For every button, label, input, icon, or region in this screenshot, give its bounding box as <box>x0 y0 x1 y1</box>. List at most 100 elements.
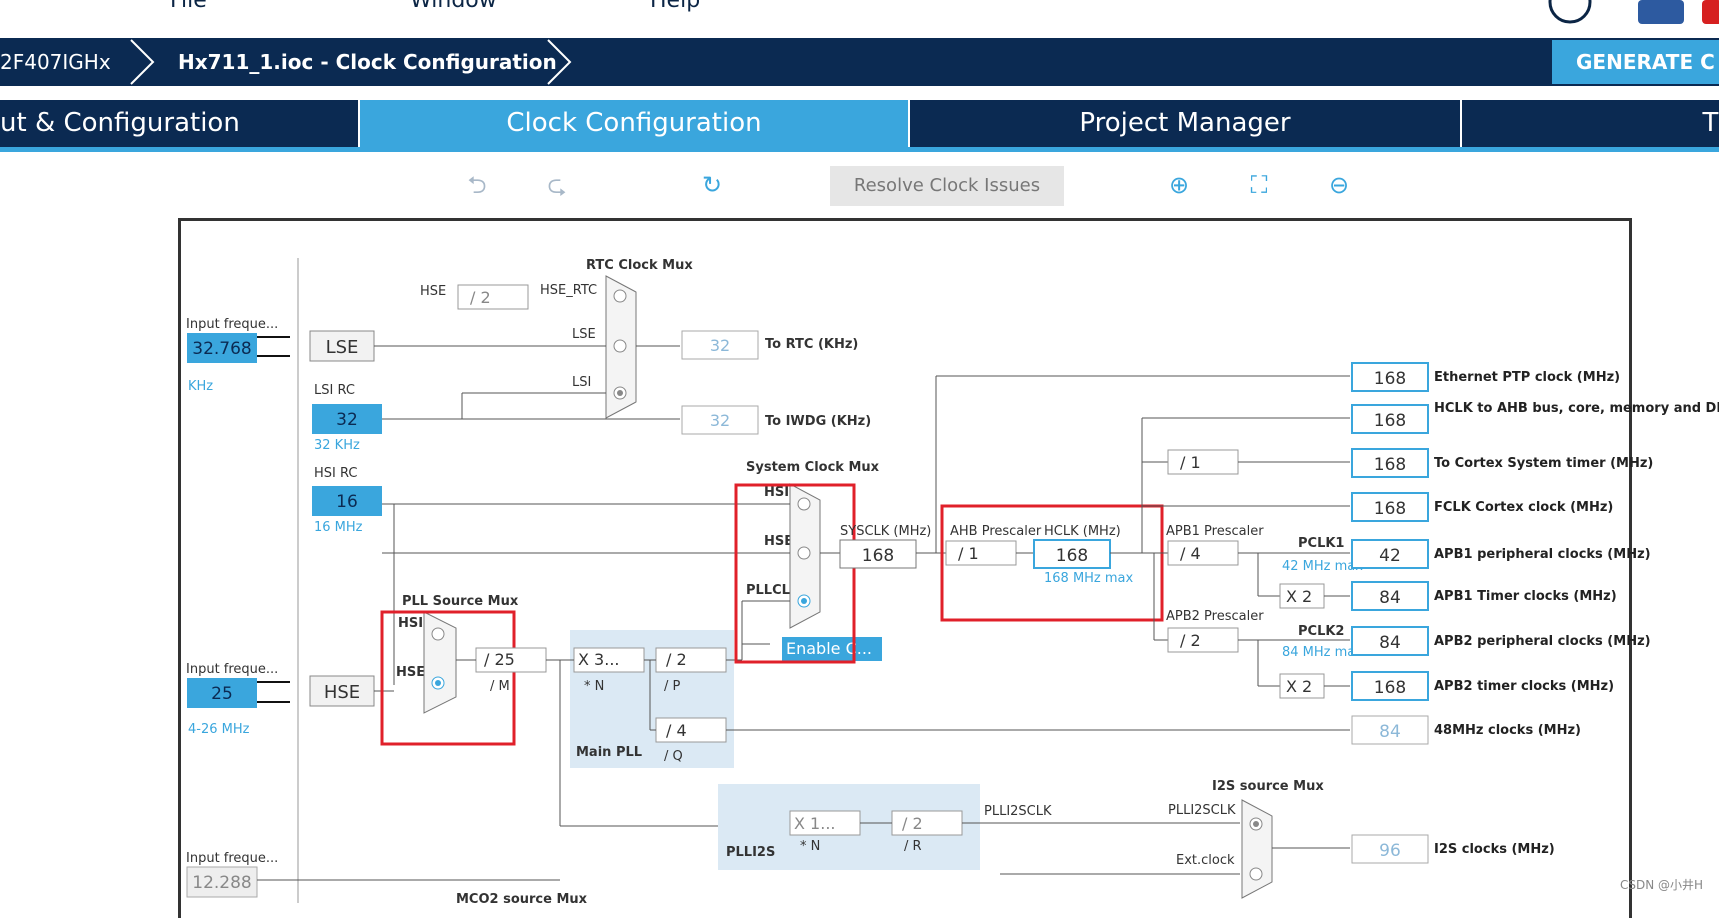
i2s-output-label: I2S clocks (MHz) <box>1434 842 1555 857</box>
hsi-title: HSI RC <box>314 466 357 481</box>
plli2s-title: PLLI2S <box>726 845 775 860</box>
watermark: CSDN @小井H <box>1620 878 1704 892</box>
i2s-mux-shape[interactable] <box>1241 799 1273 899</box>
pll-q-value: / 4 <box>666 721 687 740</box>
output-label: APB1 Timer clocks (MHz) <box>1434 589 1617 604</box>
output-label: HCLK to AHB bus, core, memory and DMA (M… <box>1434 401 1719 416</box>
output-label: APB2 peripheral clocks (MHz) <box>1434 634 1651 649</box>
mco2-mux-title: MCO2 source Mux <box>456 892 588 903</box>
rtc-output-label: To RTC (KHz) <box>765 337 858 352</box>
rtc-output-value: 32 <box>710 336 730 355</box>
main-pll-title: Main PLL <box>576 745 642 760</box>
output-value: 168 <box>1374 499 1406 519</box>
output-row: 168 HCLK to AHB bus, core, memory and DM… <box>1351 401 1719 434</box>
sysclk-value: 168 <box>862 546 894 566</box>
pll-src-mux-shape[interactable] <box>423 611 457 714</box>
hclk-value: 168 <box>1056 546 1088 566</box>
output-row: 168 FCLK Cortex clock (MHz) <box>1351 492 1613 522</box>
lse-block-label: LSE <box>326 337 359 358</box>
pll-n-label: * N <box>584 679 604 694</box>
sys-mux-hse: HSE <box>764 534 793 549</box>
hse-input-value: 25 <box>211 684 233 704</box>
pll-q-label: / Q <box>664 749 683 764</box>
apb1-prescaler-select[interactable] <box>1167 540 1239 566</box>
hse-range: 4-26 MHz <box>188 722 250 737</box>
i2s-mux-plli2sclk: PLLI2SCLK <box>1168 803 1236 818</box>
i2s-mux-ext: Ext.clock <box>1176 853 1235 868</box>
rtc-mux-title: RTC Clock Mux <box>586 258 693 273</box>
i2s-input-label: Input freque... <box>186 851 278 866</box>
pll-p-label: / P <box>664 679 681 694</box>
output-label: 48MHz clocks (MHz) <box>1434 723 1581 738</box>
output-row: 168 To Cortex System timer (MHz) <box>1351 448 1653 478</box>
output-value: 84 <box>1379 722 1401 742</box>
pll-src-hse: HSE <box>396 665 425 680</box>
output-value: 84 <box>1379 633 1401 653</box>
hse-block-label: HSE <box>324 682 360 703</box>
output-label: APB1 peripheral clocks (MHz) <box>1434 547 1651 562</box>
pll-src-title: PLL Source Mux <box>402 594 519 609</box>
pclk2-label: PCLK2 <box>1298 624 1344 639</box>
clock-tree-diagram: Input freque... 32.768 KHz LSE LSI RC 32… <box>186 258 1719 903</box>
output-label: Ethernet PTP clock (MHz) <box>1434 370 1620 385</box>
lse-unit: KHz <box>188 379 213 394</box>
rtc-hse-label: HSE <box>420 284 446 299</box>
rtc-hse-rtc-label: HSE_RTC <box>540 283 597 298</box>
lse-input-label: Input freque... <box>186 317 278 332</box>
apb2-label: APB2 Prescaler <box>1166 609 1264 624</box>
output-row: 42 APB1 peripheral clocks (MHz) <box>1351 539 1651 569</box>
pclk1-label: PCLK1 <box>1298 536 1344 551</box>
output-label: APB2 timer clocks (MHz) <box>1434 679 1614 694</box>
ahb-prescaler-select[interactable] <box>945 540 1017 566</box>
plli2s-n-value: X 1... <box>794 814 835 833</box>
lsi-value: 32 <box>336 410 358 430</box>
output-value: 168 <box>1374 455 1406 475</box>
i2s-output-value: 96 <box>1379 841 1401 861</box>
pll-m-label: / M <box>490 679 510 694</box>
output-value: 168 <box>1374 678 1406 698</box>
iwdg-output-value: 32 <box>710 411 730 430</box>
apb2-timer-mult-value: X 2 <box>1286 677 1312 696</box>
cortex-div-value: / 1 <box>1180 453 1201 472</box>
i2s-input-value: 12.288 <box>192 873 251 893</box>
enable-css-label: Enable C... <box>786 639 872 658</box>
output-row: 84 APB2 peripheral clocks (MHz) <box>1351 626 1651 656</box>
sys-mux-hsi: HSI <box>764 485 789 500</box>
lsi-title: LSI RC <box>314 383 355 398</box>
apb2-prescaler-value: / 2 <box>1180 631 1201 650</box>
output-row: 84 48MHz clocks (MHz) <box>1351 715 1581 745</box>
output-value: 168 <box>1374 411 1406 431</box>
plli2s-n-label: * N <box>800 839 820 854</box>
pll-m-value: / 25 <box>484 650 515 669</box>
rtc-hse-div-select[interactable] <box>457 284 529 310</box>
rtc-lse-label: LSE <box>572 327 596 342</box>
sysclk-label: SYSCLK (MHz) <box>840 524 931 539</box>
plli2s-r-label: / R <box>904 839 922 854</box>
apb2-prescaler-select[interactable] <box>1167 627 1239 653</box>
pll-p-value: / 2 <box>666 650 687 669</box>
plli2sclk-label: PLLI2SCLK <box>984 804 1052 819</box>
plli2s-r-value: / 2 <box>902 814 923 833</box>
output-row: 168 Ethernet PTP clock (MHz) <box>1351 362 1620 392</box>
pll-n-value: X 3... <box>578 650 619 669</box>
output-value: 168 <box>1374 369 1406 389</box>
output-label: FCLK Cortex clock (MHz) <box>1434 500 1613 515</box>
lsi-sub: 32 KHz <box>314 438 360 453</box>
cortex-div-select[interactable] <box>1167 449 1239 475</box>
apb1-label: APB1 Prescaler <box>1166 524 1264 539</box>
lse-input-value: 32.768 <box>192 339 251 359</box>
hclk-max: 168 MHz max <box>1044 571 1134 586</box>
rtc-lsi-label: LSI <box>572 375 591 390</box>
output-value: 84 <box>1379 588 1401 608</box>
sys-mux-title: System Clock Mux <box>746 460 880 475</box>
hsi-sub: 16 MHz <box>314 520 363 535</box>
output-row: 84 APB1 Timer clocks (MHz) <box>1351 581 1617 611</box>
i2s-mux-title: I2S source Mux <box>1212 779 1324 794</box>
hse-input-label: Input freque... <box>186 662 278 677</box>
output-label: To Cortex System timer (MHz) <box>1434 456 1653 471</box>
apb1-timer-mult-value: X 2 <box>1286 587 1312 606</box>
rtc-hse-div-value: / 2 <box>470 288 491 307</box>
ahb-label: AHB Prescaler <box>950 524 1042 539</box>
iwdg-output-label: To IWDG (KHz) <box>765 414 871 429</box>
apb1-prescaler-value: / 4 <box>1180 544 1201 563</box>
